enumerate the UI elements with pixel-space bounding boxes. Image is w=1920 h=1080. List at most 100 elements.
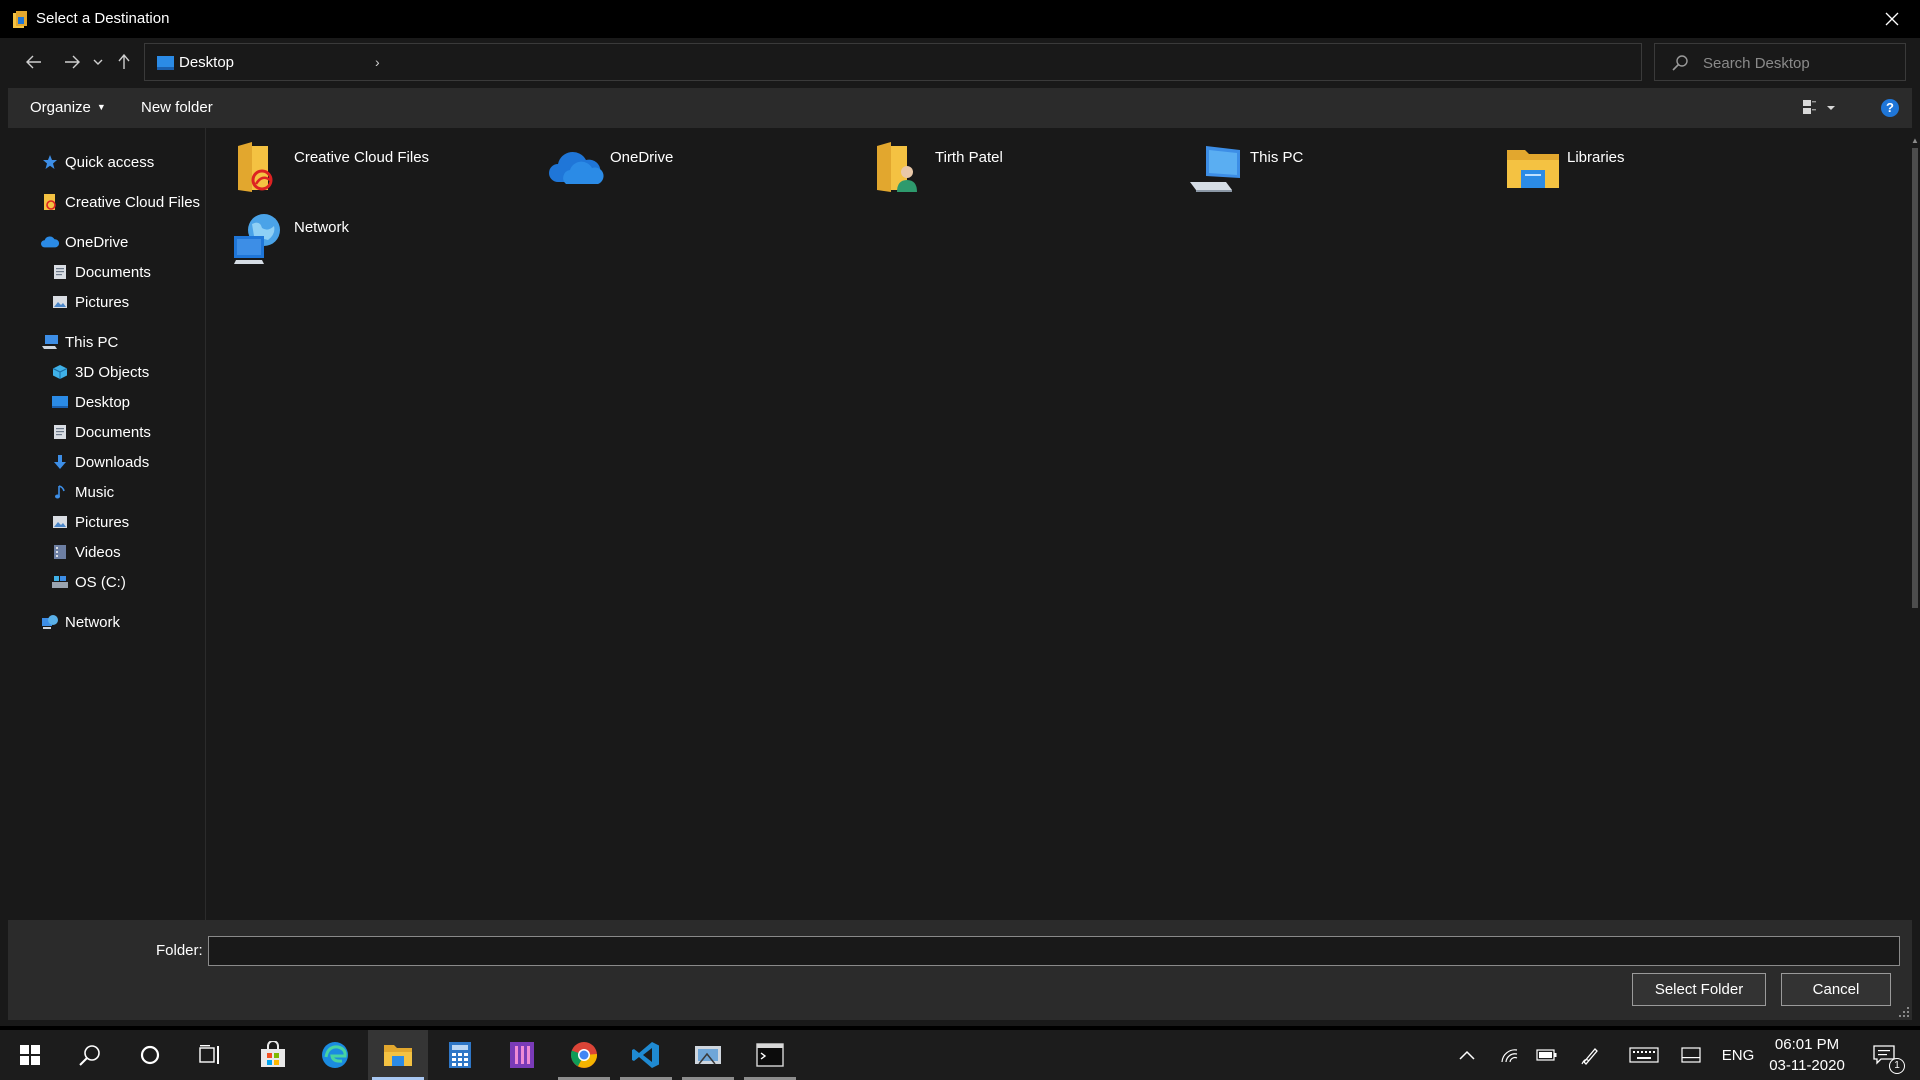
list-item-libraries[interactable]: Libraries: [1505, 140, 1625, 200]
show-hidden-icons-button[interactable]: [1450, 1030, 1484, 1080]
nav-item-quick-access[interactable]: Quick access: [41, 150, 154, 174]
taskbar-app-chrome[interactable]: [554, 1030, 614, 1080]
taskbar-search-button[interactable]: [60, 1030, 120, 1080]
clock[interactable]: 06:01 PM 03-11-2020: [1764, 1034, 1850, 1076]
taskbar-app-terminal[interactable]: [740, 1030, 800, 1080]
nav-item-label: OneDrive: [65, 233, 129, 251]
file-explorer-folder-icon: [384, 1045, 412, 1066]
touch-keyboard-button[interactable]: [1624, 1030, 1664, 1080]
scroll-up-icon[interactable]: ▲: [1911, 136, 1919, 145]
user-folder-icon: [877, 142, 917, 192]
cortana-button[interactable]: [120, 1030, 180, 1080]
folder-name-input[interactable]: [208, 936, 1900, 966]
list-item-network[interactable]: Network: [232, 210, 349, 270]
nav-item-os-c[interactable]: OS (C:): [51, 570, 126, 594]
navigation-pane: Quick access Creative Cloud Files OneDri…: [8, 128, 206, 920]
star-icon: [41, 153, 59, 171]
new-folder-button[interactable]: New folder: [141, 99, 213, 116]
nav-item-label: Pictures: [75, 293, 130, 311]
file-list-view: Creative Cloud Files OneDrive Tirth Pate…: [207, 128, 1910, 920]
address-location[interactable]: Desktop: [179, 54, 234, 71]
chrome-browser-icon: [570, 1042, 598, 1068]
resize-grip-icon[interactable]: [1898, 1006, 1910, 1018]
list-item-user-folder[interactable]: Tirth Patel: [873, 140, 1003, 200]
taskbar-app-file-explorer[interactable]: [368, 1030, 428, 1080]
cancel-button[interactable]: Cancel: [1781, 973, 1891, 1006]
scrollbar-thumb[interactable]: [1912, 148, 1918, 608]
start-button[interactable]: [0, 1030, 60, 1080]
onedrive-cloud-icon: [41, 233, 59, 251]
pen-icon: [1581, 1048, 1598, 1065]
documents-icon: [51, 263, 69, 281]
search-icon: [79, 1045, 100, 1066]
store-bag-icon: [261, 1041, 285, 1067]
taskbar-app-snipping[interactable]: [678, 1030, 738, 1080]
vertical-scrollbar[interactable]: ▲: [1910, 128, 1920, 920]
nav-item-onedrive[interactable]: OneDrive: [41, 230, 128, 254]
taskbar-app-edge[interactable]: [305, 1030, 365, 1080]
close-button[interactable]: [1864, 0, 1920, 38]
nav-item-this-pc[interactable]: This PC: [41, 330, 118, 354]
breadcrumb-chevron[interactable]: ›: [375, 54, 380, 70]
list-item-creative-cloud-files[interactable]: Creative Cloud Files: [232, 140, 429, 200]
taskbar-app-media[interactable]: [492, 1030, 552, 1080]
taskbar-app-calculator[interactable]: [430, 1030, 490, 1080]
cube-icon: [51, 363, 69, 381]
help-button[interactable]: ?: [1881, 99, 1899, 117]
nav-item-label: Creative Cloud Files: [65, 193, 201, 211]
battery-status-button[interactable]: [1530, 1030, 1564, 1080]
taskbar-app-vscode[interactable]: [616, 1030, 676, 1080]
pen-workspace-button[interactable]: [1574, 1030, 1608, 1080]
task-view-button[interactable]: [180, 1030, 240, 1080]
display-mode-button[interactable]: [1674, 1030, 1708, 1080]
nav-item-downloads[interactable]: Downloads: [51, 450, 149, 474]
tablet-mode-icon: [1681, 1047, 1701, 1063]
list-item-this-pc[interactable]: This PC: [1188, 140, 1303, 200]
nav-item-creative-cloud-files[interactable]: Creative Cloud Files: [41, 190, 200, 214]
select-folder-button[interactable]: Select Folder: [1632, 973, 1766, 1006]
nav-item-label: Downloads: [75, 453, 150, 471]
recent-locations-button[interactable]: [88, 48, 108, 76]
nav-item-pictures[interactable]: Pictures: [51, 510, 129, 534]
chevron-down-icon: [93, 59, 103, 65]
back-button[interactable]: [20, 48, 48, 76]
battery-icon: [1536, 1049, 1557, 1061]
network-status-button[interactable]: [1492, 1030, 1526, 1080]
nav-item-onedrive-documents[interactable]: Documents: [51, 260, 151, 284]
nav-item-3d-objects[interactable]: 3D Objects: [51, 360, 149, 384]
network-globe-icon: [234, 214, 280, 264]
window-title: Select a Destination: [36, 10, 170, 27]
caret-down-icon: ▼: [96, 102, 106, 112]
input-language-button[interactable]: ENG: [1718, 1030, 1758, 1080]
taskbar-app-store[interactable]: [243, 1030, 303, 1080]
nav-item-label: Music: [75, 483, 115, 501]
nav-item-videos[interactable]: Videos: [51, 540, 121, 564]
cortana-circle-icon: [140, 1045, 160, 1065]
vscode-icon: [632, 1042, 659, 1068]
address-bar[interactable]: Desktop ›: [144, 43, 1763, 81]
close-icon: [1885, 12, 1899, 26]
computer-icon: [41, 333, 59, 351]
item-label: Tirth Patel: [935, 149, 1003, 166]
change-view-button[interactable]: [1791, 96, 1837, 120]
list-item-onedrive[interactable]: OneDrive: [548, 140, 673, 200]
nav-item-network[interactable]: Network: [41, 610, 120, 634]
creative-cloud-folder-icon: [41, 193, 59, 211]
search-input[interactable]: [1701, 51, 1897, 75]
nav-item-onedrive-pictures[interactable]: Pictures: [51, 290, 129, 314]
nav-item-music[interactable]: Music: [51, 480, 114, 504]
search-icon: [1672, 55, 1688, 71]
nav-item-desktop[interactable]: Desktop: [51, 390, 130, 414]
pictures-icon: [51, 513, 69, 531]
dialog-footer: Folder: Select Folder Cancel: [8, 920, 1912, 1020]
organize-button[interactable]: Organize ▼: [30, 99, 106, 116]
nav-item-documents[interactable]: Documents: [51, 420, 151, 444]
media-app-icon: [510, 1042, 534, 1068]
forward-button[interactable]: [58, 48, 86, 76]
search-box[interactable]: [1654, 43, 1906, 81]
up-button[interactable]: [112, 48, 136, 76]
nav-item-label: Documents: [75, 423, 151, 441]
onedrive-cloud-icon: [549, 151, 604, 184]
creative-cloud-folder-icon: [238, 142, 273, 192]
music-note-icon: [51, 483, 69, 501]
